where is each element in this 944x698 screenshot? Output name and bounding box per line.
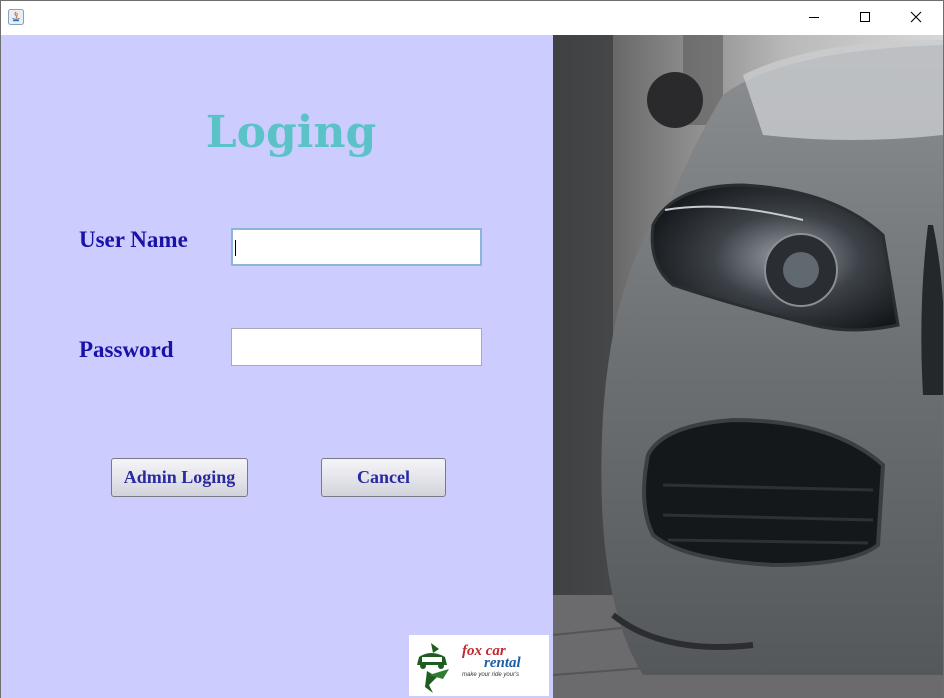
logo-tagline: make your ride your's xyxy=(462,672,520,678)
text-caret xyxy=(235,240,236,256)
title-bar[interactable] xyxy=(1,1,943,35)
username-field[interactable] xyxy=(231,228,482,266)
maximize-button[interactable] xyxy=(842,1,888,33)
car-logo-icon xyxy=(417,643,449,693)
username-label: User Name xyxy=(79,227,188,252)
car-photo xyxy=(553,35,943,698)
minimize-icon xyxy=(809,17,819,18)
password-field[interactable] xyxy=(231,328,482,366)
close-icon xyxy=(910,11,922,23)
logo-text-secondary: rental xyxy=(484,655,521,671)
car-headlight-image xyxy=(553,35,943,698)
cancel-button[interactable]: Cancel xyxy=(321,458,446,497)
app-window: Loging User Name Password Admin Loging C… xyxy=(0,0,944,698)
java-app-icon xyxy=(8,9,24,25)
admin-login-button[interactable]: Admin Loging xyxy=(111,458,248,497)
page-title: Loging xyxy=(205,107,377,158)
company-logo: fox car rental make your ride your's xyxy=(409,635,549,696)
password-label: Password xyxy=(79,337,174,362)
minimize-button[interactable] xyxy=(791,1,837,33)
close-button[interactable] xyxy=(893,1,939,33)
login-panel: Loging User Name Password Admin Loging C… xyxy=(1,35,553,698)
maximize-icon xyxy=(860,12,870,22)
